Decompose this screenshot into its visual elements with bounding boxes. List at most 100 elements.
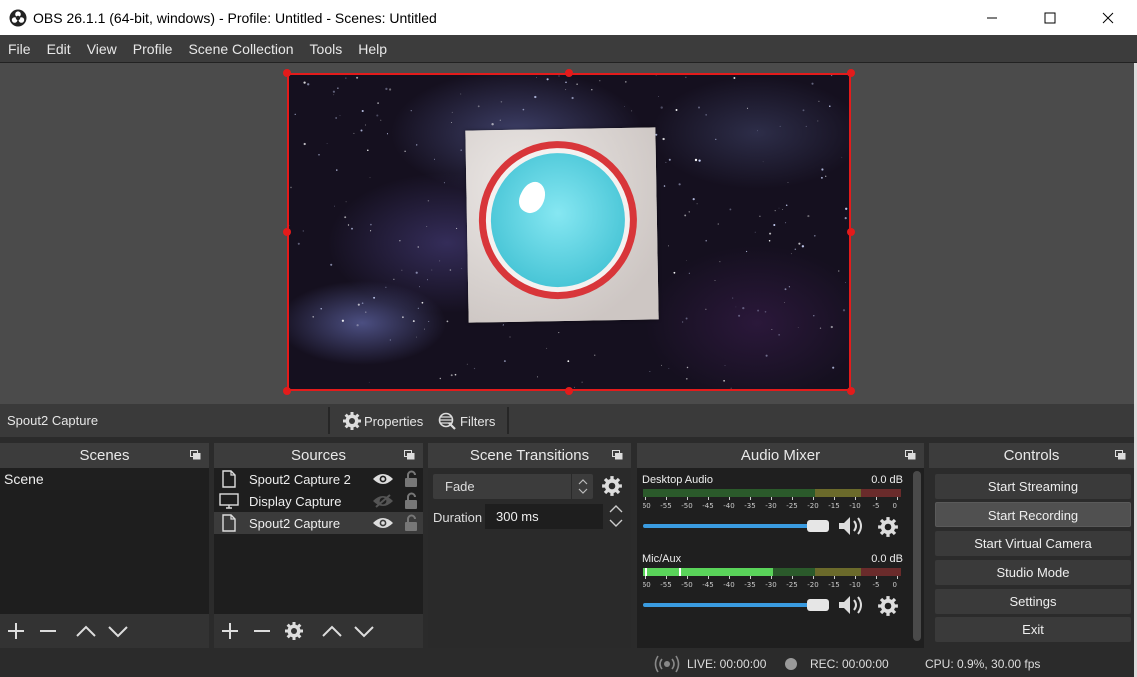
- star: [399, 240, 401, 242]
- transition-properties-button[interactable]: [601, 475, 623, 500]
- volume-slider-track[interactable]: [643, 603, 828, 607]
- scenes-list[interactable]: Scene: [0, 468, 209, 614]
- star: [754, 231, 756, 233]
- start-virtual-camera-button[interactable]: Start Virtual Camera: [935, 531, 1131, 556]
- star: [461, 268, 463, 270]
- resize-handle-r[interactable]: [847, 228, 855, 236]
- properties-button[interactable]: Properties: [342, 409, 423, 433]
- undock-icon[interactable]: [190, 450, 201, 460]
- star: [705, 239, 707, 242]
- resize-handle-l[interactable]: [283, 228, 291, 236]
- eye-hidden-icon[interactable]: [372, 494, 394, 508]
- resize-handle-br[interactable]: [847, 387, 855, 395]
- filters-button[interactable]: Filters: [438, 409, 495, 433]
- duration-stepper[interactable]: [606, 503, 626, 530]
- lock-open-icon[interactable]: [403, 514, 419, 532]
- exit-button[interactable]: Exit: [935, 617, 1131, 642]
- star: [773, 223, 776, 227]
- undock-icon[interactable]: [1115, 450, 1126, 460]
- preview-canvas[interactable]: [287, 73, 851, 391]
- move-source-down-button[interactable]: [348, 615, 380, 647]
- move-scene-down-button[interactable]: [102, 615, 134, 647]
- menu-view[interactable]: View: [79, 35, 125, 63]
- gear-icon[interactable]: [877, 516, 899, 538]
- speaker-icon[interactable]: [837, 593, 867, 617]
- duration-input[interactable]: 300 ms: [485, 504, 603, 529]
- scene-item[interactable]: Scene: [0, 468, 209, 490]
- spout2-capture-image[interactable]: [465, 127, 659, 323]
- start-recording-button[interactable]: Start Recording: [935, 502, 1131, 527]
- add-scene-button[interactable]: [0, 615, 32, 647]
- channel-name: Desktop Audio: [642, 474, 713, 486]
- star: [591, 88, 593, 91]
- transition-select[interactable]: Fade: [433, 474, 593, 499]
- speaker-icon[interactable]: [837, 514, 867, 538]
- star: [696, 203, 698, 205]
- undock-icon[interactable]: [905, 450, 916, 460]
- meter-tick: [813, 576, 814, 579]
- source-label: Display Capture: [249, 493, 342, 509]
- sources-list[interactable]: Spout2 Capture 2 Display Capture Spout2 …: [214, 468, 423, 614]
- add-source-button[interactable]: [214, 615, 246, 647]
- close-icon: [1102, 12, 1114, 23]
- meter-tick: [708, 576, 709, 579]
- volume-slider-handle[interactable]: [807, 599, 829, 611]
- menu-help[interactable]: Help: [350, 35, 395, 63]
- move-source-up-button[interactable]: [316, 615, 348, 647]
- star: [373, 296, 376, 299]
- undock-icon[interactable]: [612, 450, 623, 460]
- eye-icon[interactable]: [372, 516, 394, 530]
- star: [416, 144, 418, 146]
- menu-scene-collection[interactable]: Scene Collection: [180, 35, 301, 63]
- resize-handle-bl[interactable]: [283, 387, 291, 395]
- scenes-toolbar: [0, 614, 209, 648]
- lock-open-icon[interactable]: [403, 492, 419, 510]
- volume-slider-track[interactable]: [643, 524, 828, 528]
- undock-icon[interactable]: [404, 450, 415, 460]
- maximize-button[interactable]: [1021, 0, 1079, 35]
- star: [759, 215, 761, 217]
- star: [841, 156, 843, 158]
- settings-button[interactable]: Settings: [935, 589, 1131, 614]
- source-label: Spout2 Capture: [249, 515, 341, 531]
- source-properties-button[interactable]: [278, 615, 310, 647]
- meter-tick: [750, 497, 751, 500]
- menu-tools[interactable]: Tools: [302, 35, 351, 63]
- star: [830, 74, 833, 77]
- resize-handle-b[interactable]: [565, 387, 573, 395]
- source-item[interactable]: Display Capture: [214, 490, 423, 512]
- logo-ring-inner: [484, 146, 632, 294]
- resize-handle-t[interactable]: [565, 69, 573, 77]
- meter-tick-label: -25: [786, 502, 797, 510]
- star: [477, 105, 480, 108]
- resize-handle-tl[interactable]: [283, 69, 291, 77]
- star: [558, 332, 560, 334]
- eye-icon[interactable]: [372, 472, 394, 486]
- meter-tick: [834, 497, 835, 500]
- start-streaming-button[interactable]: Start Streaming: [935, 474, 1131, 499]
- minimize-button[interactable]: [963, 0, 1021, 35]
- lock-open-icon[interactable]: [403, 470, 419, 488]
- remove-scene-button[interactable]: [32, 615, 64, 647]
- meter-tick-label: -60: [643, 581, 651, 589]
- gear-icon[interactable]: [877, 595, 899, 617]
- source-item-selected[interactable]: Spout2 Capture: [214, 512, 423, 534]
- close-button[interactable]: [1079, 0, 1137, 35]
- star: [365, 311, 367, 313]
- star: [771, 329, 773, 330]
- remove-source-button[interactable]: [246, 615, 278, 647]
- menu-edit[interactable]: Edit: [39, 35, 79, 63]
- source-item[interactable]: Spout2 Capture 2: [214, 468, 423, 490]
- resize-handle-tr[interactable]: [847, 69, 855, 77]
- menu-file[interactable]: File: [0, 35, 39, 63]
- menu-profile[interactable]: Profile: [125, 35, 181, 63]
- move-scene-up-button[interactable]: [70, 615, 102, 647]
- star: [503, 360, 506, 363]
- studio-mode-button[interactable]: Studio Mode: [935, 560, 1131, 585]
- star: [688, 211, 690, 213]
- star: [294, 113, 296, 115]
- star: [685, 377, 688, 380]
- star: [318, 153, 320, 156]
- volume-slider-handle[interactable]: [807, 520, 829, 532]
- mixer-scrollbar[interactable]: [913, 471, 921, 641]
